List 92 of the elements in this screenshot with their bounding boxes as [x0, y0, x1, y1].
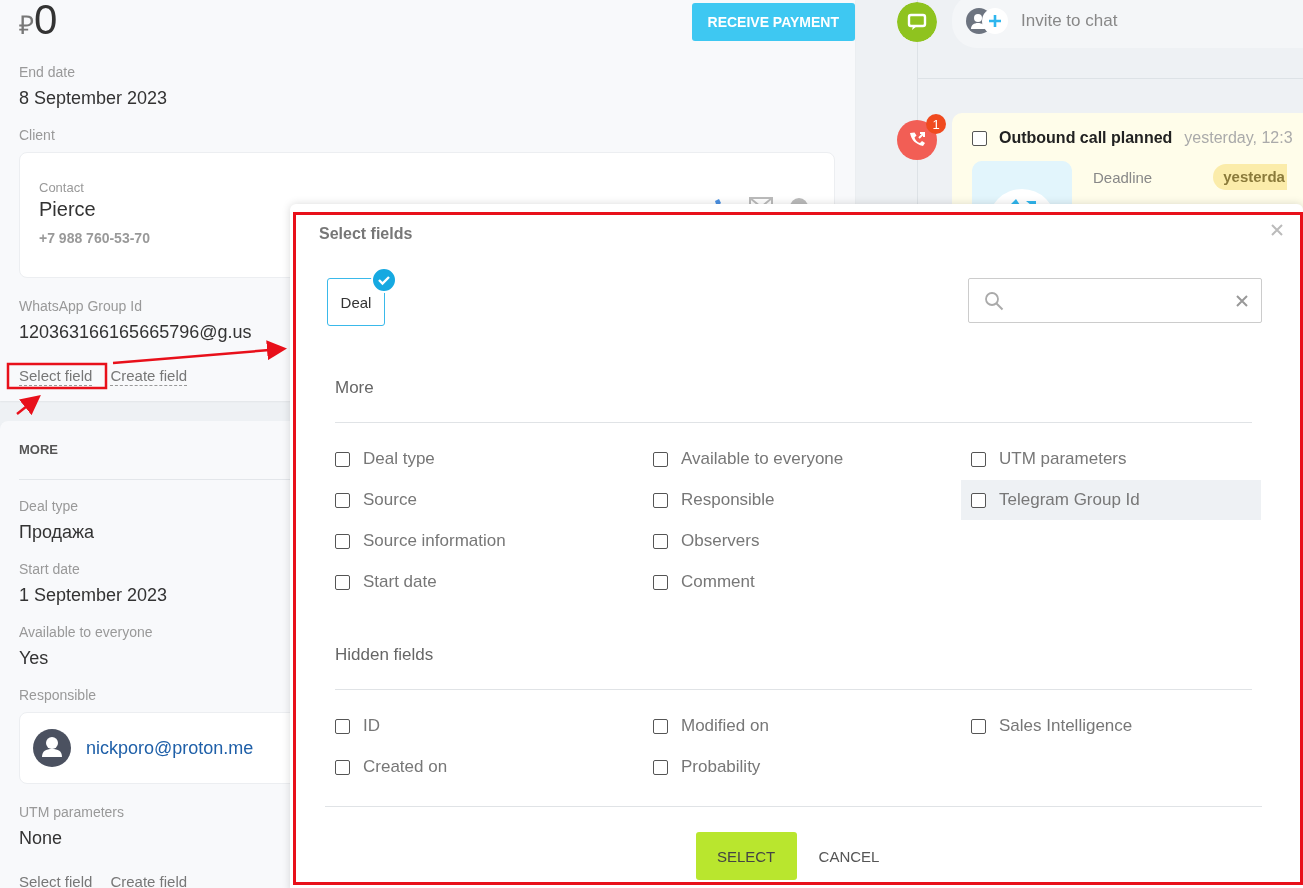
- checkbox[interactable]: [971, 718, 986, 734]
- field-value: None: [19, 827, 63, 850]
- field-option[interactable]: Observers: [643, 521, 943, 561]
- checkbox[interactable]: [653, 718, 668, 734]
- field-option[interactable]: Modified on: [643, 706, 943, 746]
- section-title: MORE: [19, 442, 58, 457]
- chat-icon: [897, 2, 937, 42]
- deadline-value: yesterda: [1213, 164, 1287, 190]
- field-option[interactable]: Created on: [325, 747, 625, 787]
- field-option[interactable]: Telegram Group Id: [961, 480, 1261, 520]
- field-option[interactable]: Sales Intelligence: [961, 706, 1261, 746]
- option-label: Comment: [681, 572, 755, 592]
- field-option[interactable]: ID: [325, 706, 625, 746]
- option-label: Probability: [681, 757, 761, 777]
- checkbox[interactable]: [335, 574, 350, 590]
- contact-label: Contact: [39, 180, 84, 196]
- field-label: Responsible: [19, 686, 97, 705]
- dialog-title: Select fields: [319, 224, 413, 244]
- deadline-label: Deadline: [1093, 169, 1153, 188]
- check-icon: [371, 267, 397, 293]
- search-field[interactable]: [968, 278, 1262, 323]
- option-label: Sales Intelligence: [999, 716, 1133, 736]
- task-time: yesterday, 12:3: [1184, 129, 1293, 147]
- section-title: Hidden fields: [335, 644, 434, 666]
- option-label: Deal type: [363, 449, 435, 469]
- checkbox[interactable]: [335, 492, 350, 508]
- checkbox[interactable]: [971, 451, 986, 467]
- field-value: 1 September 2023: [19, 584, 168, 607]
- invite-bar[interactable]: Invite to chat: [952, 0, 1303, 48]
- contact-phone: +7 988 760-53-70: [39, 230, 150, 246]
- option-label: Telegram Group Id: [999, 490, 1140, 510]
- field-link[interactable]: Create field: [110, 367, 188, 386]
- checkbox[interactable]: [335, 451, 350, 467]
- checkbox[interactable]: [971, 492, 986, 508]
- field-label: UTM parameters: [19, 803, 125, 822]
- field-label: End date: [19, 63, 76, 82]
- field-option[interactable]: Available to everyone: [643, 439, 943, 479]
- field-label: WhatsApp Group Id: [19, 297, 142, 316]
- option-label: Responsible: [681, 490, 775, 510]
- notification-badge: 1: [926, 114, 946, 134]
- option-label: Observers: [681, 531, 760, 551]
- checkbox[interactable]: [335, 759, 350, 775]
- deal-amount: ₽0: [19, 0, 58, 45]
- option-label: Source: [363, 490, 417, 510]
- checkbox[interactable]: [653, 574, 668, 590]
- field-label: Start date: [19, 560, 80, 579]
- user-email[interactable]: nickporo@proton.me: [86, 737, 254, 759]
- option-label: ID: [363, 716, 380, 736]
- field-option[interactable]: Start date: [325, 562, 625, 602]
- field-option[interactable]: Deal type: [325, 439, 625, 479]
- option-label: Source information: [363, 531, 506, 551]
- clear-icon[interactable]: [1236, 294, 1248, 307]
- task-title: Outbound call planned: [999, 129, 1173, 147]
- field-option[interactable]: UTM parameters: [961, 439, 1261, 479]
- checkbox[interactable]: [972, 130, 987, 146]
- field-link[interactable]: Create field: [110, 873, 188, 888]
- checkbox[interactable]: [335, 533, 350, 549]
- field-label: Client: [19, 126, 55, 145]
- field-value: Продажа: [19, 521, 95, 544]
- add-user-icon: [965, 7, 1009, 35]
- search-icon: [984, 290, 1004, 311]
- checkbox[interactable]: [653, 451, 668, 467]
- cancel-button[interactable]: CANCEL: [812, 846, 886, 866]
- avatar-icon: [33, 729, 71, 767]
- option-label: Available to everyone: [681, 449, 844, 469]
- field-value: 120363166165665796@g.us: [19, 321, 252, 344]
- annotation-arrow: [16, 394, 41, 416]
- field-option[interactable]: Source: [325, 480, 625, 520]
- field-option[interactable]: Comment: [643, 562, 943, 602]
- section-title: More: [335, 377, 374, 399]
- invite-text: Invite to chat: [1021, 11, 1118, 31]
- checkbox[interactable]: [335, 718, 350, 734]
- select-button[interactable]: SELECT: [695, 832, 797, 880]
- field-label: Available to everyone: [19, 623, 153, 642]
- option-label: Start date: [363, 572, 437, 592]
- option-label: UTM parameters: [999, 449, 1127, 469]
- field-label: Deal type: [19, 497, 79, 516]
- contact-name[interactable]: Pierce: [39, 196, 96, 222]
- field-value: Yes: [19, 647, 49, 670]
- checkbox[interactable]: [653, 759, 668, 775]
- entity-tab[interactable]: Deal: [327, 278, 385, 326]
- checkbox[interactable]: [653, 492, 668, 508]
- field-option[interactable]: Responsible: [643, 480, 943, 520]
- option-label: Created on: [363, 757, 448, 777]
- option-label: Modified on: [681, 716, 769, 736]
- field-value: 8 September 2023: [19, 87, 168, 110]
- checkbox[interactable]: [653, 533, 668, 549]
- field-option[interactable]: Probability: [643, 747, 943, 787]
- phone-call-icon: [897, 120, 937, 160]
- field-link[interactable]: Select field: [19, 873, 93, 888]
- field-link[interactable]: Select field: [19, 367, 93, 386]
- field-option[interactable]: Source information: [325, 521, 625, 561]
